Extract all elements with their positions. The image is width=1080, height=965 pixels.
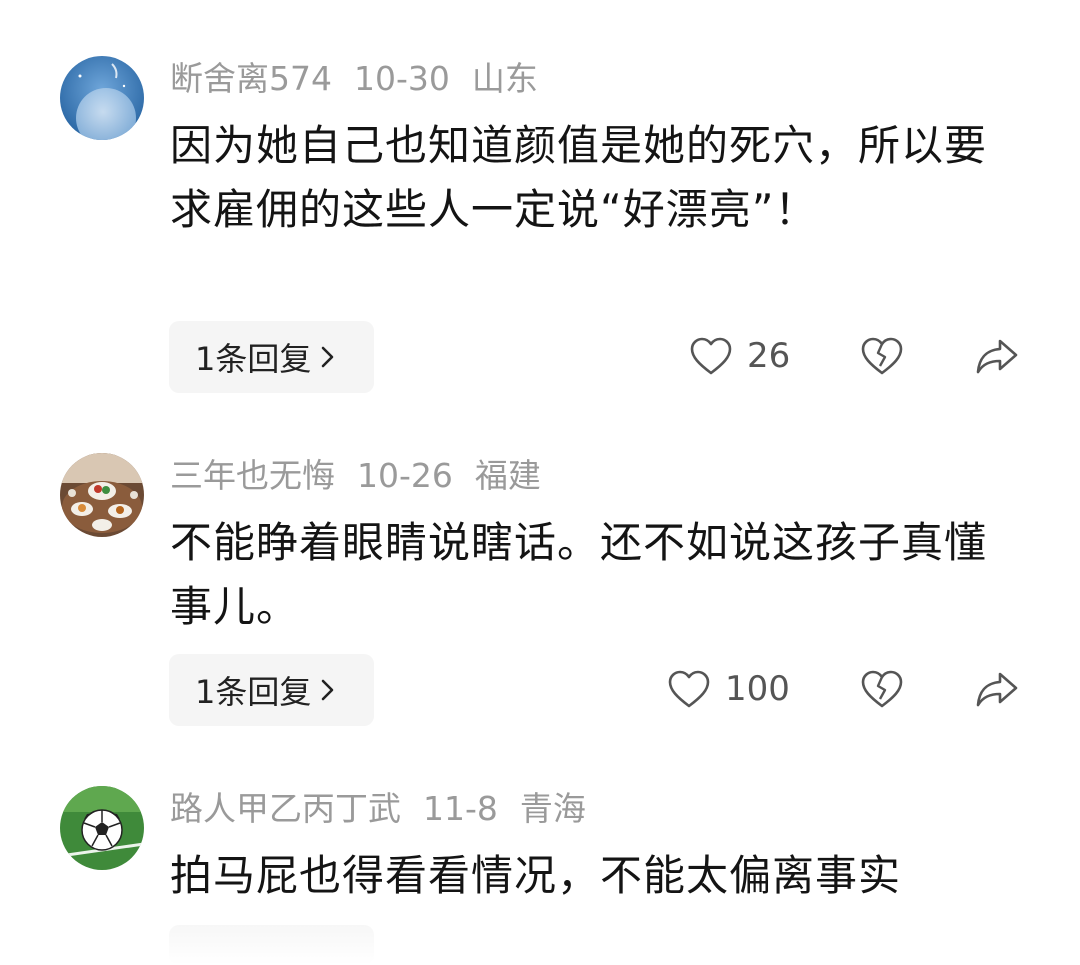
reply-label: 1条回复	[195, 673, 312, 711]
reply-label: 1条回复	[195, 340, 312, 378]
broken-heart-icon	[860, 669, 904, 709]
comment-text: 因为她自己也知道颜值是她的死穴，所以要求雇佣的这些人一定说“好漂亮”！	[170, 121, 988, 234]
comment-location: 山东	[471, 59, 538, 98]
view-replies-button[interactable]: 1条回复	[169, 321, 374, 393]
heart-outline-icon	[667, 669, 711, 709]
share-arrow-icon	[974, 669, 1020, 709]
share-button[interactable]	[974, 669, 1020, 709]
like-count: 100	[725, 669, 790, 709]
comment-date: 10-26	[357, 456, 453, 495]
comment-text: 拍马屁也得看看情况，不能太偏离事实	[170, 851, 902, 900]
comment-meta: 路人甲乙丙丁武 11-8 青海	[170, 787, 608, 831]
dislike-button[interactable]	[860, 669, 904, 709]
share-button[interactable]	[974, 336, 1020, 376]
broken-heart-icon	[860, 336, 904, 376]
heart-outline-icon	[689, 336, 733, 376]
avatar[interactable]	[60, 453, 144, 537]
comment-meta: 断舍离574 10-30 山东	[170, 57, 560, 101]
food-table-avatar-icon	[60, 453, 144, 537]
like-count: 26	[747, 336, 791, 376]
comment-location: 福建	[474, 456, 541, 495]
view-replies-button[interactable]: 1条回复	[169, 654, 374, 726]
chevron-right-icon	[319, 677, 337, 703]
dislike-button[interactable]	[860, 336, 904, 376]
like-button[interactable]: 100	[667, 669, 790, 709]
comment-text: 不能睁着眼睛说瞎话。还不如说这孩子真懂事儿。	[170, 518, 988, 631]
soccer-ball-avatar-icon	[60, 786, 144, 870]
comment-date: 10-30	[354, 59, 450, 98]
comment-meta: 三年也无悔 10-26 福建	[170, 454, 563, 498]
chevron-right-icon	[319, 344, 337, 370]
username[interactable]: 断舍离574	[170, 59, 332, 98]
avatar[interactable]	[60, 56, 144, 140]
like-button[interactable]: 26	[689, 336, 790, 376]
username[interactable]: 路人甲乙丙丁武	[170, 789, 401, 828]
comment-location: 青海	[519, 789, 586, 828]
view-replies-button[interactable]	[169, 925, 374, 965]
avatar[interactable]	[60, 786, 144, 870]
moon-night-avatar-icon	[60, 56, 144, 140]
share-arrow-icon	[974, 336, 1020, 376]
username[interactable]: 三年也无悔	[170, 456, 335, 495]
comment-date: 11-8	[423, 789, 498, 828]
